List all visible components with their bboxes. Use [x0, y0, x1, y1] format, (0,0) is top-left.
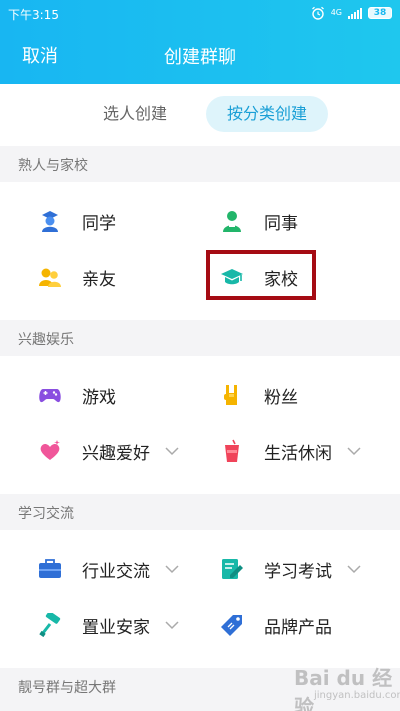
category-item-classmates[interactable]: 同学	[38, 201, 208, 241]
graduate-student-icon	[42, 211, 58, 232]
gamepad-icon	[39, 389, 61, 403]
status-bar: 下午3:15 4G 38	[0, 0, 400, 28]
watermark-text: Bai du 经验	[294, 666, 393, 711]
category-item-friends-family[interactable]: 亲友	[38, 257, 208, 297]
category-label: 同事	[264, 213, 298, 234]
category-item-brand-products[interactable]: 品牌产品	[220, 605, 390, 645]
category-label: 生活休闲	[264, 443, 332, 464]
category-item-fans[interactable]: 粉丝	[220, 375, 390, 415]
chevron-down-icon[interactable]	[347, 446, 361, 456]
category-item-industry[interactable]: 行业交流	[38, 549, 208, 589]
network-type: 4G	[330, 8, 342, 17]
section-header-learning: 学习交流	[0, 494, 400, 530]
category-item-colleagues[interactable]: 同事	[220, 201, 390, 241]
exam-pencil-icon	[222, 559, 243, 579]
briefcase-icon	[39, 559, 61, 578]
status-time: 下午3:15	[8, 8, 59, 22]
highlight-box	[206, 250, 316, 300]
header-bar: 下午3:15 4G 38 取消 创建群聊	[0, 0, 400, 84]
creation-mode-tabs: 选人创建 按分类创建	[0, 84, 400, 146]
paint-roller-icon	[39, 613, 61, 637]
category-label: 同学	[82, 213, 116, 234]
section-title: 熟人与家校	[18, 158, 88, 174]
drink-cup-icon	[225, 439, 239, 462]
category-label: 行业交流	[82, 561, 150, 582]
section-title: 学习交流	[18, 506, 74, 522]
section-header-acquaintances: 熟人与家校	[0, 146, 400, 182]
alarm-clock-icon	[311, 6, 324, 20]
category-label: 亲友	[82, 269, 116, 290]
category-item-lifestyle[interactable]: 生活休闲	[220, 431, 390, 471]
status-icons: 4G 38	[311, 6, 392, 20]
category-label: 兴趣爱好	[82, 443, 150, 464]
chevron-down-icon[interactable]	[165, 620, 179, 630]
chevron-down-icon[interactable]	[165, 564, 179, 574]
friends-people-icon	[39, 268, 61, 287]
battery-icon: 38	[368, 7, 392, 19]
watermark-subtext: jingyan.baidu.com	[314, 690, 400, 701]
section-title: 靓号群与超大群	[18, 680, 116, 696]
category-item-games[interactable]: 游戏	[38, 375, 208, 415]
watermark: Bai du 经验 jingyan.baidu.com	[286, 656, 400, 711]
section-title: 兴趣娱乐	[18, 332, 74, 348]
category-label: 学习考试	[264, 561, 332, 582]
section-header-entertainment: 兴趣娱乐	[0, 320, 400, 356]
category-label: 游戏	[82, 387, 116, 408]
colleague-person-icon	[223, 211, 241, 232]
category-label: 置业安家	[82, 617, 150, 638]
price-tag-icon	[221, 615, 242, 636]
tab-select-people[interactable]: 选人创建	[85, 96, 185, 132]
category-item-real-estate[interactable]: 置业安家	[38, 605, 208, 645]
category-item-study-exam[interactable]: 学习考试	[220, 549, 390, 589]
category-label: 粉丝	[264, 387, 298, 408]
signal-strength-icon	[348, 7, 362, 19]
chevron-down-icon[interactable]	[165, 446, 179, 456]
chevron-down-icon[interactable]	[347, 564, 361, 574]
heart-sparkle-icon	[40, 440, 60, 460]
page-title: 创建群聊	[164, 47, 236, 68]
category-label: 品牌产品	[264, 617, 332, 638]
tab-by-category[interactable]: 按分类创建	[206, 96, 328, 132]
rock-hand-icon	[224, 385, 237, 405]
category-item-hobbies[interactable]: 兴趣爱好	[38, 431, 208, 471]
